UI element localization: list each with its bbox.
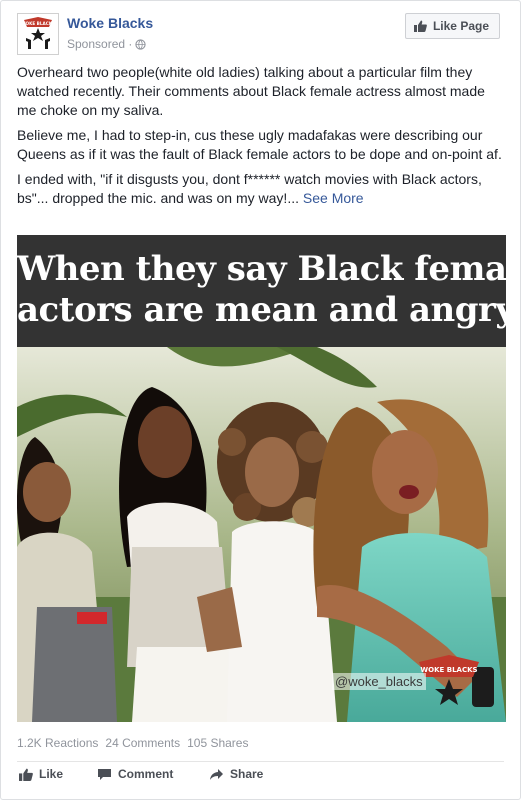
like-page-button[interactable]: Like Page (404, 13, 500, 39)
page-avatar[interactable]: WOKE BLACKS (17, 13, 59, 55)
comment-button[interactable]: Comment (97, 767, 173, 781)
banner-line-2: actors are mean and angry (17, 290, 506, 330)
share-label: Share (230, 767, 264, 781)
thumbs-up-icon (413, 20, 427, 32)
post-paragraph-3: I ended with, "if it disgusts you, dont … (17, 170, 505, 208)
like-label: Like (39, 767, 64, 781)
see-more-link[interactable]: See More (303, 190, 364, 206)
post-paragraph-3-text: I ended with, "if it disgusts you, dont … (17, 171, 482, 206)
reactions-count[interactable]: 1.2K Reactions (17, 736, 98, 750)
woke-blacks-logo-icon: WOKE BLACKS (21, 17, 55, 49)
post-paragraph-2: Believe me, I had to step-in, cus these … (17, 127, 502, 162)
page-name-link[interactable]: Woke Blacks (67, 15, 153, 31)
share-button[interactable]: Share (209, 767, 263, 781)
like-button[interactable]: Like (19, 767, 63, 781)
engagement-stats: 1.2K Reactions 24 Comments 105 Shares (17, 736, 248, 750)
svg-text:WOKE BLACKS: WOKE BLACKS (21, 21, 55, 26)
group-photo: WOKE BLACKS (17, 347, 506, 722)
image-watermark: @woke_blacks (332, 673, 426, 690)
like-page-label: Like Page (432, 19, 489, 33)
comments-count[interactable]: 24 Comments (105, 736, 180, 750)
sponsored-text: Sponsored · (67, 37, 133, 51)
globe-icon (135, 38, 147, 50)
sponsored-label: Sponsored · (67, 37, 147, 51)
banner-line-1: When they say Black female (17, 249, 506, 289)
comment-label: Comment (118, 767, 174, 781)
post-header: WOKE BLACKS Woke Blacks Sponsored · Like… (17, 13, 504, 57)
post-body: Overheard two people(white old ladies) t… (17, 63, 505, 214)
actions-divider (17, 761, 504, 762)
post-paragraph-1: Overheard two people(white old ladies) t… (17, 64, 485, 118)
thumbs-up-icon (19, 768, 33, 781)
share-arrow-icon (210, 768, 223, 780)
post-image[interactable]: When they say Black female actors are me… (17, 235, 506, 722)
comment-icon (98, 768, 111, 780)
image-caption-banner: When they say Black female actors are me… (17, 235, 506, 347)
post-actions-bar: Like Comment Share (17, 767, 504, 789)
sponsored-post-card: WOKE BLACKS Woke Blacks Sponsored · Like… (0, 0, 521, 800)
shares-count[interactable]: 105 Shares (187, 736, 248, 750)
svg-text:WOKE BLACKS: WOKE BLACKS (420, 666, 477, 674)
